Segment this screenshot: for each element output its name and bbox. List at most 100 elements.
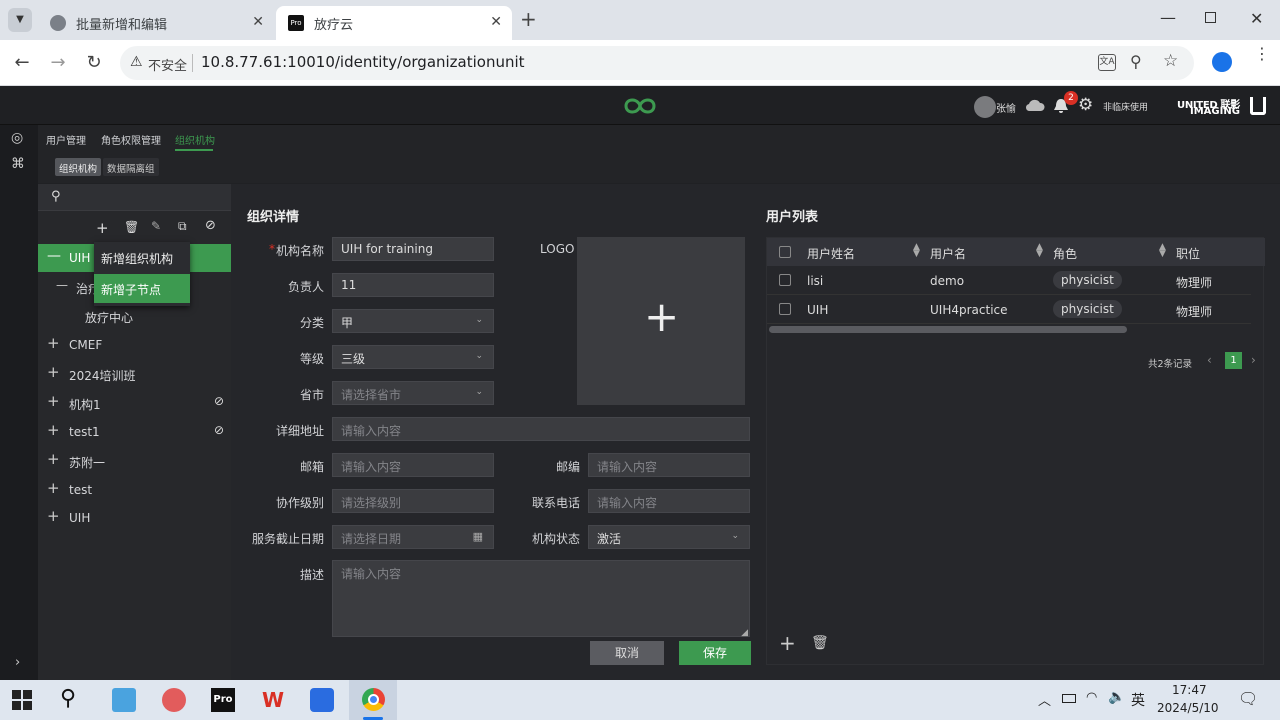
wifi-icon[interactable]: ◠: [1086, 690, 1097, 705]
owner-input[interactable]: 11: [332, 273, 494, 297]
prev-page-icon[interactable]: ‹: [1207, 353, 1212, 367]
org-name-input[interactable]: UIH for training: [332, 237, 494, 261]
delete-icon[interactable]: 🗑: [124, 220, 139, 234]
tab-batch-edit[interactable]: 批量新增和编辑 ✕: [38, 6, 274, 40]
category-select[interactable]: 甲 ⌄: [332, 309, 494, 333]
tab-organization[interactable]: 组织机构: [175, 132, 215, 147]
col-header-role[interactable]: 角色: [1053, 245, 1077, 262]
edit-icon[interactable]: ✎: [151, 219, 161, 233]
ime-indicator[interactable]: 英: [1131, 690, 1145, 710]
subtab-data-isolation[interactable]: 数据隔离组: [103, 158, 159, 176]
add-user-icon[interactable]: +: [779, 631, 796, 655]
tab-role-permissions[interactable]: 角色权限管理: [101, 132, 161, 147]
expand-icon[interactable]: +: [47, 363, 60, 381]
bookmark-star-icon[interactable]: ☆: [1163, 51, 1178, 71]
profile-avatar-icon[interactable]: [1212, 52, 1232, 72]
minimize-button[interactable]: —: [1160, 8, 1176, 27]
menu-add-org[interactable]: 新增组织机构: [94, 242, 190, 274]
chevron-up-icon[interactable]: ︿: [1038, 690, 1051, 709]
coop-level-select[interactable]: 请选择级别: [332, 489, 494, 513]
next-page-icon[interactable]: ›: [1251, 353, 1256, 367]
table-row[interactable]: UIH UIH4practice physicist 物理师: [767, 295, 1251, 324]
resize-handle-icon[interactable]: ◢: [741, 628, 748, 638]
notification-center-icon[interactable]: 🗨: [1238, 689, 1258, 708]
gear-icon[interactable]: ⚙: [1078, 95, 1093, 115]
clock-time[interactable]: 17:47: [1172, 683, 1207, 697]
grade-select[interactable]: 三级 ⌄: [332, 345, 494, 369]
logo-upload[interactable]: +: [577, 237, 745, 405]
subtab-organization[interactable]: 组织机构: [55, 158, 102, 176]
expand-icon[interactable]: +: [47, 334, 60, 352]
expand-icon[interactable]: +: [47, 479, 60, 497]
lightbulb-icon[interactable]: ◎: [11, 130, 23, 146]
collapse-icon[interactable]: —: [47, 248, 61, 264]
user-name[interactable]: 张愉: [996, 100, 1016, 115]
feishu-icon[interactable]: [310, 688, 334, 712]
sort-icon[interactable]: ▲ ▼: [1159, 243, 1166, 259]
address-bar[interactable]: ⚠ 不安全 10.8.77.61:10010/identity/organiza…: [120, 46, 1194, 80]
volume-icon[interactable]: 🔈: [1108, 689, 1125, 705]
expand-icon[interactable]: +: [47, 507, 60, 525]
phone-input[interactable]: 请输入内容: [588, 489, 750, 513]
description-textarea[interactable]: 请输入内容 ◢: [332, 560, 750, 638]
expand-icon[interactable]: +: [47, 450, 60, 468]
battery-icon[interactable]: [1062, 694, 1076, 703]
pro-app-icon[interactable]: Pro: [211, 688, 235, 712]
select-all-checkbox[interactable]: [779, 246, 791, 258]
restore-button[interactable]: [1205, 12, 1216, 23]
province-select[interactable]: 请选择省市 ⌄: [332, 381, 494, 405]
user-avatar[interactable]: [974, 96, 996, 118]
calendar-icon[interactable]: ▦: [473, 530, 483, 543]
tab-search-button[interactable]: ▼: [8, 8, 32, 32]
cloud-icon[interactable]: [1025, 98, 1045, 112]
wps-icon[interactable]: W: [261, 688, 285, 712]
close-tab-icon[interactable]: ✕: [490, 14, 502, 30]
col-header-position[interactable]: 职位: [1176, 245, 1200, 262]
service-end-date-input[interactable]: 请选择日期 ▦: [332, 525, 494, 549]
disable-icon[interactable]: ⊘: [205, 218, 216, 233]
page-1-button[interactable]: 1: [1225, 352, 1242, 369]
tree-item-row[interactable]: + CMEF: [38, 330, 231, 358]
search-icon[interactable]: ⚲: [60, 686, 76, 711]
email-input[interactable]: 请输入内容: [332, 453, 494, 477]
tree-item-row[interactable]: + test: [38, 475, 231, 503]
save-button[interactable]: 保存: [679, 641, 751, 665]
translate-icon[interactable]: 文A: [1098, 54, 1116, 71]
computer-icon[interactable]: [112, 688, 136, 712]
row-checkbox[interactable]: [779, 303, 791, 315]
expand-icon[interactable]: +: [47, 421, 60, 439]
close-tab-icon[interactable]: ✕: [252, 14, 264, 30]
chrome-taskbar-item[interactable]: [349, 680, 397, 720]
menu-add-child[interactable]: 新增子节点: [94, 274, 190, 303]
expand-rail-icon[interactable]: ›: [15, 655, 20, 670]
command-icon[interactable]: ⌘: [11, 156, 25, 172]
clock-date[interactable]: 2024/5/10: [1157, 701, 1219, 715]
tree-item-row[interactable]: + 2024培训班: [38, 359, 231, 387]
tree-item-row[interactable]: + test1 ⊘: [38, 417, 231, 445]
table-row[interactable]: lisi demo physicist 物理师: [767, 266, 1251, 295]
expand-icon[interactable]: +: [47, 392, 60, 410]
address-input[interactable]: 请输入内容: [332, 417, 750, 441]
tree-search-input[interactable]: ⚲: [38, 184, 231, 211]
tree-item-row[interactable]: + 机构1 ⊘: [38, 388, 231, 416]
copy-icon[interactable]: ⧉: [178, 219, 187, 234]
forward-button[interactable]: →: [46, 52, 70, 74]
sort-icon[interactable]: ▲ ▼: [1036, 243, 1043, 259]
back-button[interactable]: ←: [10, 52, 34, 74]
tab-radiotherapy-cloud[interactable]: Pro 放疗云 ✕: [276, 6, 512, 40]
new-tab-button[interactable]: +: [520, 9, 537, 29]
tree-item-row[interactable]: + UIH: [38, 503, 231, 531]
reload-button[interactable]: ↻: [82, 52, 106, 74]
app-icon[interactable]: [162, 688, 186, 712]
delete-user-icon[interactable]: 🗑: [811, 635, 829, 651]
windows-start-icon[interactable]: [12, 690, 32, 710]
close-window-button[interactable]: ✕: [1250, 9, 1263, 28]
collapse-icon[interactable]: —: [56, 278, 68, 292]
horizontal-scrollbar[interactable]: [769, 326, 1127, 333]
tree-item-row[interactable]: + 苏附一: [38, 446, 231, 474]
zoom-icon[interactable]: ⚲: [1130, 52, 1142, 71]
col-header-username[interactable]: 用户名: [930, 245, 966, 262]
status-select[interactable]: 激活 ⌄: [588, 525, 750, 549]
add-icon[interactable]: +: [96, 219, 109, 237]
sort-icon[interactable]: ▲ ▼: [913, 243, 920, 259]
